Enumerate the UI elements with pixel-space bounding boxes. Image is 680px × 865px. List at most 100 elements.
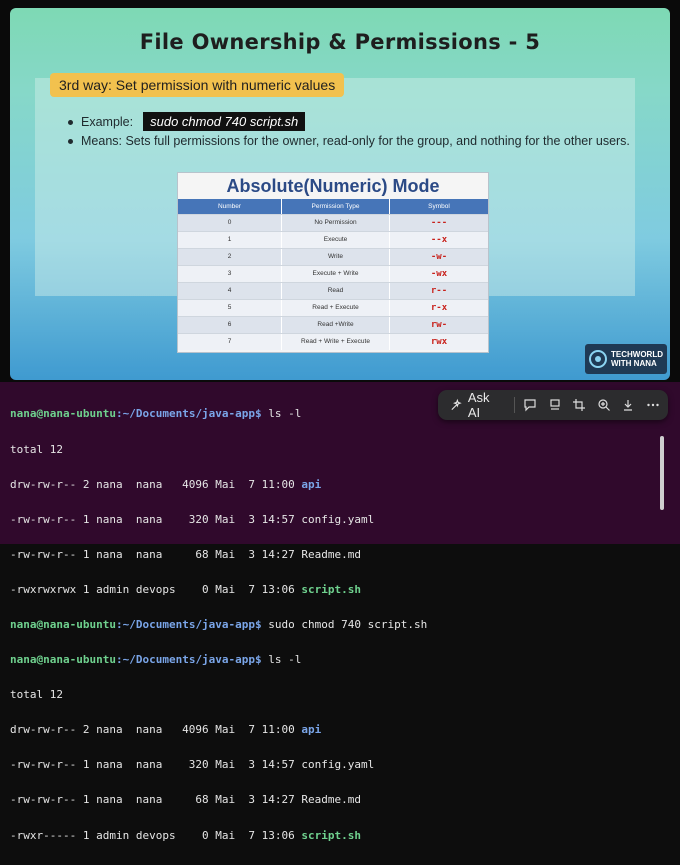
listing-row: drw-rw-r-- 2 nana nana 4096 Mai 7 11:00 … bbox=[10, 477, 680, 491]
listing-row: -rwxr----- 1 admin devops 0 Mai 7 13:06 … bbox=[10, 828, 680, 842]
prompt-user: nana@nana-ubuntu bbox=[10, 407, 116, 421]
cell-number: 5 bbox=[178, 300, 282, 316]
listing-row: -rw-rw-r-- 1 nana nana 320 Mai 3 14:57 c… bbox=[10, 759, 680, 771]
prompt-path: :~/Documents/java-app$ bbox=[115, 617, 262, 631]
cell-number: 3 bbox=[178, 266, 282, 282]
more-button[interactable] bbox=[643, 395, 662, 415]
screen: File Ownership & Permissions - 5 3rd way… bbox=[0, 0, 680, 841]
table-body: 0 No Permission --- 1 Execute --x 2 Write -w- … bbox=[178, 214, 488, 350]
cell-symbol: rwx bbox=[430, 337, 448, 347]
table-row: 4 Read r-- bbox=[178, 282, 488, 299]
bullet-dot bbox=[68, 139, 73, 145]
cell-symbol: rw- bbox=[430, 320, 448, 330]
cell-number: 4 bbox=[178, 283, 282, 299]
comment-icon bbox=[524, 399, 536, 412]
cell-permission: Write bbox=[282, 249, 390, 265]
method-label: 3rd way: Set permission with numeric val… bbox=[50, 73, 345, 97]
command-text: sudo chmod 740 script.sh bbox=[261, 617, 428, 631]
listing-row: -rwxrwxrwx 1 admin devops 0 Mai 7 13:06 … bbox=[10, 584, 680, 596]
listing-meta: -rw-rw-r-- 1 nana nana 320 Mai 3 14:57 bbox=[10, 758, 302, 772]
presentation-slide: File Ownership & Permissions - 5 3rd way… bbox=[10, 8, 670, 380]
listing-name: script.sh bbox=[301, 828, 362, 842]
copy-button[interactable] bbox=[545, 395, 564, 415]
example-bullet: Example: sudo chmod 740 script.sh bbox=[68, 112, 306, 131]
cell-number: 6 bbox=[178, 317, 282, 333]
listing-row: -rw-rw-r-- 1 nana nana 68 Mai 3 14:27 Re… bbox=[10, 547, 680, 561]
header-permission-type: Permission Type bbox=[282, 199, 390, 214]
means-text: Means: Sets full permissions for the own… bbox=[81, 134, 630, 148]
listing-name: Readme.md bbox=[301, 793, 362, 807]
listing-meta: -rwxrwxrwx 1 admin devops 0 Mai 7 13:06 bbox=[10, 582, 302, 596]
header-symbol: Symbol bbox=[428, 203, 450, 210]
prompt-path: :~/Documents/java-app$ bbox=[115, 407, 262, 421]
cell-number: 7 bbox=[178, 334, 282, 350]
listing-name: script.sh bbox=[301, 582, 362, 596]
cell-symbol: r-- bbox=[430, 286, 448, 296]
cell-permission: Execute + Write bbox=[282, 266, 390, 282]
listing-meta: -rwxr----- 1 admin devops 0 Mai 7 13:06 bbox=[10, 828, 302, 842]
listing-meta: drw-rw-r-- 2 nana nana 4096 Mai 7 11:00 bbox=[10, 477, 302, 491]
ask-ai-button[interactable]: Ask AI bbox=[444, 390, 508, 420]
table-header: Number Permission Type Symbol bbox=[178, 199, 488, 214]
scrollbar-thumb[interactable] bbox=[660, 436, 664, 510]
download-button[interactable] bbox=[619, 395, 638, 415]
prompt-user: nana@nana-ubuntu bbox=[10, 617, 116, 631]
zoom-button[interactable] bbox=[594, 395, 613, 415]
prompt-line: nana@nana-ubuntu:~/Documents/java-app$ s… bbox=[10, 619, 680, 631]
cell-permission: Read bbox=[282, 283, 390, 299]
floating-toolbar: Ask AI bbox=[438, 390, 668, 420]
listing-row: -rw-rw-r-- 1 nana nana 68 Mai 3 14:27 Re… bbox=[10, 794, 680, 806]
listing-row: drw-rw-r-- 2 nana nana 4096 Mai 7 11:00 … bbox=[10, 724, 680, 736]
example-label: Example: bbox=[81, 115, 134, 129]
listing-meta: -rw-rw-r-- 1 nana nana 68 Mai 3 14:27 bbox=[10, 547, 302, 561]
cell-permission: Read + Execute bbox=[282, 300, 390, 316]
means-bullet: Means: Sets full permissions for the own… bbox=[68, 134, 630, 148]
download-icon bbox=[624, 400, 633, 411]
comment-button[interactable] bbox=[521, 395, 540, 415]
more-icon bbox=[647, 403, 659, 407]
logo-line-2: WITH NANA bbox=[611, 359, 657, 368]
table-row: 2 Write -w- bbox=[178, 248, 488, 265]
sparkle-icon bbox=[451, 398, 462, 410]
table-title: Absolute(Numeric) Mode bbox=[226, 176, 440, 196]
listing-name: api bbox=[301, 477, 322, 491]
header-number: Number bbox=[178, 199, 282, 214]
cell-number: 1 bbox=[178, 232, 282, 248]
cell-permission: Read +Write bbox=[282, 317, 390, 333]
table-row: 1 Execute --x bbox=[178, 231, 488, 248]
listing-name: Readme.md bbox=[301, 547, 362, 561]
crop-button[interactable] bbox=[570, 395, 589, 415]
cell-symbol: r-x bbox=[430, 303, 448, 313]
command-text: ls -l bbox=[261, 407, 302, 421]
table-row: 5 Read + Execute r-x bbox=[178, 299, 488, 316]
ask-ai-label: Ask AI bbox=[467, 390, 490, 420]
table-row: 3 Execute + Write -wx bbox=[178, 265, 488, 282]
table-row: 6 Read +Write rw- bbox=[178, 316, 488, 333]
techworld-logo: TECHWORLD WITH NANA bbox=[585, 344, 667, 374]
prompt-path: :~/Documents/java-app$ bbox=[115, 653, 262, 667]
total-line: total 12 bbox=[10, 442, 63, 456]
cell-symbol: --- bbox=[430, 218, 448, 228]
table-row: 7 Read + Write + Execute rwx bbox=[178, 333, 488, 350]
command-text: ls -l bbox=[261, 653, 302, 667]
example-command: sudo chmod 740 script.sh bbox=[143, 112, 306, 131]
table-row: 0 No Permission --- bbox=[178, 214, 488, 231]
numeric-mode-table: Absolute(Numeric) Mode Number Permission… bbox=[177, 172, 489, 353]
cell-permission: Read + Write + Execute bbox=[282, 334, 390, 350]
prompt-line: nana@nana-ubuntu:~/Documents/java-app$ l… bbox=[10, 654, 680, 666]
logo-text: TECHWORLD WITH NANA bbox=[611, 350, 663, 368]
cell-permission: No Permission bbox=[282, 215, 390, 231]
cell-symbol: -w- bbox=[430, 252, 448, 262]
bullet-dot bbox=[68, 120, 73, 126]
listing-name: api bbox=[301, 723, 322, 737]
cell-symbol: -wx bbox=[430, 269, 448, 279]
listing-meta: -rw-rw-r-- 1 nana nana 68 Mai 3 14:27 bbox=[10, 793, 302, 807]
listing-meta: drw-rw-r-- 2 nana nana 4096 Mai 7 11:00 bbox=[10, 723, 302, 737]
listing-row: -rw-rw-r-- 1 nana nana 320 Mai 3 14:57 c… bbox=[10, 512, 680, 526]
zoom-icon bbox=[598, 399, 610, 411]
cell-permission: Execute bbox=[282, 232, 390, 248]
cell-number: 0 bbox=[178, 215, 282, 231]
copy-icon bbox=[549, 399, 560, 410]
slide-title: File Ownership & Permissions - 5 bbox=[139, 30, 541, 54]
listing-name: config.yaml bbox=[301, 512, 375, 526]
